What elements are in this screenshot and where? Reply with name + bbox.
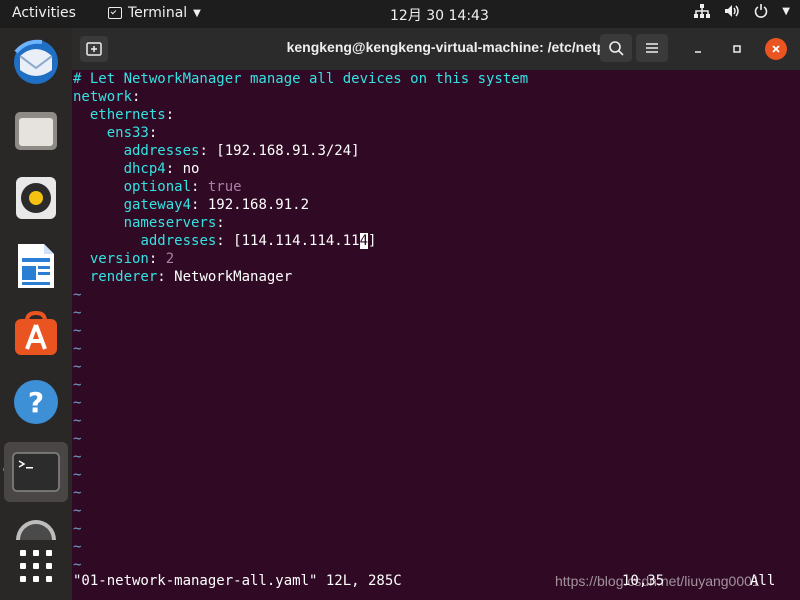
yaml-line: gateway4: 192.168.91.2: [123, 197, 310, 213]
dock-dvd[interactable]: [8, 510, 64, 540]
yaml-line: nameservers:: [123, 215, 225, 231]
volume-icon: [725, 5, 740, 17]
dvd-icon: [16, 520, 56, 540]
yaml-line: renderer: NetworkManager: [89, 269, 293, 285]
yaml-key: optional: [123, 179, 192, 195]
system-tray[interactable]: ▼: [694, 4, 790, 18]
yaml-key: network: [73, 89, 133, 105]
maximize-button[interactable]: [726, 38, 748, 60]
yaml-key: ethernets: [89, 107, 166, 123]
dock-writer[interactable]: [8, 238, 64, 294]
empty-line-tilde: ~: [73, 521, 82, 537]
yaml-value: 2: [165, 251, 175, 267]
top-bar: Activities Terminal ▼ 12月 30 14:43 ▼: [0, 0, 800, 28]
yaml-line: network:: [73, 89, 141, 105]
yaml-value: NetworkManager: [165, 269, 293, 285]
yaml-line: ethernets:: [89, 107, 175, 123]
watermark: https://blog.csdn.net/liuyang0001: [555, 573, 760, 589]
dock: ?: [0, 28, 72, 600]
yaml-line: version: 2: [89, 251, 175, 267]
title-bar[interactable]: kengkeng@kengkeng-virtual-machine: /etc/…: [72, 28, 800, 70]
dock-terminal[interactable]: [4, 442, 68, 502]
yaml-line: ens33:: [106, 125, 158, 141]
dock-files[interactable]: [8, 102, 64, 158]
empty-line-tilde: ~: [73, 413, 82, 429]
yaml-value: [192.168.91.3/24]: [207, 143, 360, 159]
text-cursor: 4: [359, 233, 369, 249]
yaml-key: addresses: [140, 233, 217, 249]
empty-line-tilde: ~: [73, 539, 82, 555]
empty-line-tilde: ~: [73, 449, 82, 465]
minimize-button[interactable]: [687, 38, 709, 60]
dock-thunderbird[interactable]: [8, 34, 64, 90]
thunderbird-icon: [14, 39, 58, 84]
yaml-line: addresses: [114.114.114.114]: [140, 233, 377, 249]
empty-line-tilde: ~: [73, 323, 82, 339]
files-icon: [15, 112, 57, 150]
yaml-key: addresses: [123, 143, 200, 159]
dock-show-apps[interactable]: [8, 538, 64, 594]
maximize-icon: [733, 45, 741, 53]
rhythmbox-icon: [16, 177, 56, 219]
writer-icon: [18, 244, 54, 288]
yaml-value: ]: [368, 233, 377, 249]
app-menu[interactable]: Terminal ▼: [108, 5, 201, 21]
dock-help[interactable]: ?: [8, 374, 64, 430]
hamburger-icon: [646, 43, 658, 53]
network-icon: [694, 4, 711, 18]
yaml-line: dhcp4: no: [123, 161, 200, 177]
yaml-key: nameservers: [123, 215, 217, 231]
yaml-key: renderer: [89, 269, 158, 285]
help-icon: ?: [14, 380, 58, 424]
menu-button[interactable]: [636, 34, 668, 62]
close-button[interactable]: [765, 38, 787, 60]
vim-status-message: "01-network-manager-all.yaml" 12L, 285C: [73, 573, 402, 589]
empty-line-tilde: ~: [73, 467, 82, 483]
terminal-window: kengkeng@kengkeng-virtual-machine: /etc/…: [72, 28, 800, 600]
terminal-small-icon: [108, 7, 122, 19]
clock[interactable]: 12月 30 14:43: [390, 5, 489, 25]
yaml-key: ens33: [106, 125, 149, 141]
empty-line-tilde: ~: [73, 431, 82, 447]
empty-line-tilde: ~: [73, 395, 82, 411]
close-icon: [772, 45, 780, 53]
empty-line-tilde: ~: [73, 359, 82, 375]
search-button[interactable]: [600, 34, 632, 62]
yaml-value: 192.168.91.2: [199, 197, 310, 213]
app-menu-label: Terminal: [128, 5, 188, 21]
yaml-value: true: [207, 179, 242, 195]
empty-line-tilde: ~: [73, 503, 82, 519]
minimize-icon: [695, 51, 701, 53]
terminal-icon: [12, 452, 60, 492]
empty-line-tilde: ~: [73, 287, 82, 303]
svg-text:?: ?: [28, 386, 44, 419]
software-icon: [15, 311, 57, 355]
power-icon: [755, 4, 768, 18]
yaml-value: [114.114.114.11: [224, 233, 360, 249]
comment-line: # Let NetworkManager manage all devices …: [73, 71, 529, 87]
yaml-key: gateway4: [123, 197, 192, 213]
dock-rhythmbox[interactable]: [8, 170, 64, 226]
yaml-line: optional: true: [123, 179, 242, 195]
search-icon: [609, 41, 624, 56]
caret-down-icon: ▼: [782, 5, 790, 17]
activities-button[interactable]: Activities: [12, 5, 76, 21]
empty-line-tilde: ~: [73, 377, 82, 393]
dock-software[interactable]: [8, 306, 64, 362]
yaml-key: version: [89, 251, 149, 267]
yaml-key: dhcp4: [123, 161, 166, 177]
empty-line-tilde: ~: [73, 305, 82, 321]
caret-down-icon: ▼: [193, 7, 201, 19]
empty-line-tilde: ~: [73, 341, 82, 357]
yaml-line: addresses: [192.168.91.3/24]: [123, 143, 360, 159]
yaml-value: no: [174, 161, 200, 177]
empty-line-tilde: ~: [73, 485, 82, 501]
terminal-content[interactable]: # Let NetworkManager manage all devices …: [72, 70, 800, 600]
show-apps-icon: [20, 550, 52, 582]
